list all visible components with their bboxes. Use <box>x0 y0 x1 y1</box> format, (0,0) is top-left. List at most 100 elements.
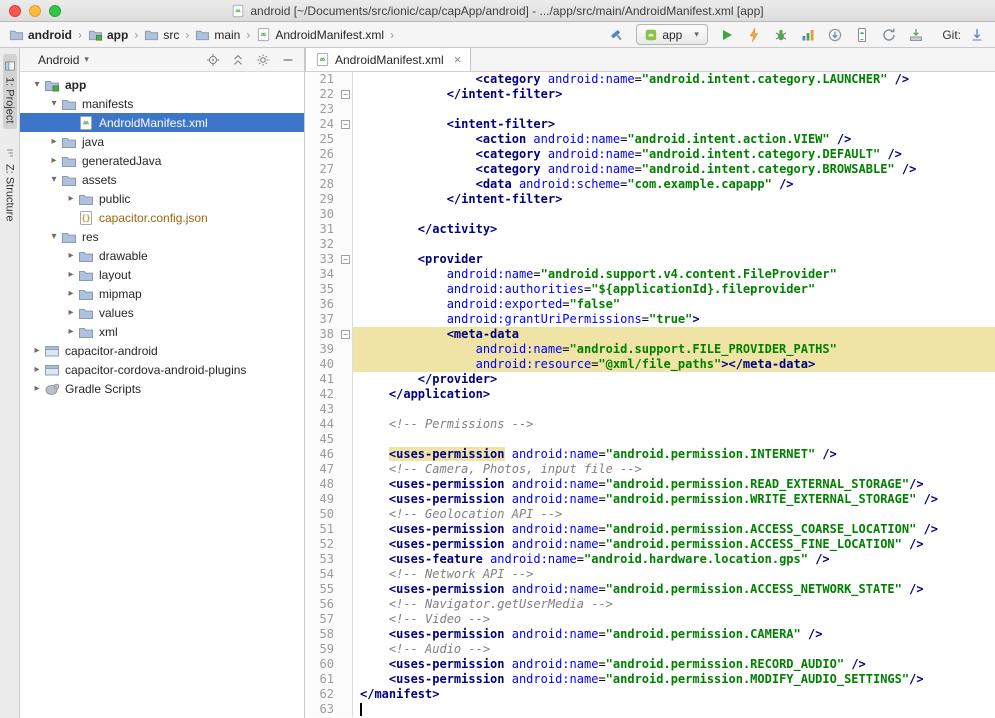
apply-changes-button[interactable] <box>743 24 765 46</box>
code-text[interactable]: </provider> <box>353 372 995 387</box>
chevron-right-icon[interactable]: ▸ <box>30 345 44 356</box>
chevron-right-icon[interactable]: ▸ <box>30 383 44 394</box>
tree-item-xml[interactable]: ▸xml <box>20 322 304 341</box>
chevron-right-icon[interactable]: ▸ <box>64 269 78 280</box>
collapse-all-button[interactable] <box>230 52 246 68</box>
code-text[interactable]: <!-- Permissions --> <box>353 417 995 432</box>
code-text[interactable]: </intent-filter> <box>353 87 995 102</box>
editor-tab[interactable]: AndroidManifest.xml × <box>305 48 471 71</box>
chevron-down-icon[interactable]: ▾ <box>47 98 61 109</box>
code-text[interactable] <box>353 237 995 252</box>
settings-button[interactable] <box>255 52 271 68</box>
code-text[interactable]: </manifest> <box>353 687 995 702</box>
fold-marker-icon[interactable]: − <box>341 120 350 129</box>
code-text[interactable]: <uses-permission android:name="android.p… <box>353 492 995 507</box>
tree-item-generatedjava[interactable]: ▸generatedJava <box>20 151 304 170</box>
code-text[interactable]: android:grantUriPermissions="true"> <box>353 312 995 327</box>
code-text[interactable] <box>353 702 995 717</box>
code-text[interactable]: <!-- Navigator.getUserMedia --> <box>353 597 995 612</box>
sdk-manager-button[interactable] <box>905 24 927 46</box>
fold-marker-icon[interactable]: − <box>341 330 350 339</box>
git-widget[interactable]: Git: <box>942 28 961 42</box>
code-text[interactable]: <!-- Audio --> <box>353 642 995 657</box>
code-text[interactable]: <!-- Video --> <box>353 612 995 627</box>
run-button[interactable] <box>716 24 738 46</box>
git-update-button[interactable] <box>966 24 988 46</box>
code-text[interactable]: </intent-filter> <box>353 192 995 207</box>
code-text[interactable]: <uses-permission android:name="android.p… <box>353 672 995 687</box>
code-text[interactable]: </application> <box>353 387 995 402</box>
tree-item-androidmanifest-xml[interactable]: AndroidManifest.xml <box>20 113 304 132</box>
tree-item-layout[interactable]: ▸layout <box>20 265 304 284</box>
hide-panel-button[interactable] <box>280 52 296 68</box>
chevron-down-icon[interactable]: ▾ <box>30 79 44 90</box>
code-text[interactable]: <uses-permission android:name="android.p… <box>353 477 995 492</box>
chevron-right-icon[interactable]: ▸ <box>64 326 78 337</box>
code-text[interactable]: android:name="android.support.FILE_PROVI… <box>353 342 995 357</box>
tool-window-button-1-project[interactable]: 1: Project <box>3 54 17 129</box>
chevron-right-icon[interactable]: ▸ <box>30 364 44 375</box>
locate-file-button[interactable] <box>205 52 221 68</box>
code-text[interactable]: <uses-permission android:name="android.p… <box>353 627 995 642</box>
code-text[interactable]: <!-- Network API --> <box>353 567 995 582</box>
tree-item-manifests[interactable]: ▾manifests <box>20 94 304 113</box>
fold-marker-icon[interactable]: − <box>341 255 350 264</box>
fold-marker-icon[interactable]: − <box>341 90 350 99</box>
chevron-right-icon[interactable]: ▸ <box>47 136 61 147</box>
tree-item-java[interactable]: ▸java <box>20 132 304 151</box>
breadcrumb-app[interactable]: app <box>86 26 130 43</box>
close-window-button[interactable] <box>9 5 21 17</box>
code-text[interactable] <box>353 207 995 222</box>
code-text[interactable]: <meta-data <box>353 327 995 342</box>
code-text[interactable]: <intent-filter> <box>353 117 995 132</box>
code-text[interactable]: <uses-permission android:name="android.p… <box>353 522 995 537</box>
code-text[interactable] <box>353 402 995 417</box>
code-text[interactable] <box>353 432 995 447</box>
avd-manager-button[interactable] <box>851 24 873 46</box>
code-text[interactable]: <category android:name="android.intent.c… <box>353 72 995 87</box>
breadcrumb-main[interactable]: main <box>193 26 242 43</box>
tree-item-gradle-scripts[interactable]: ▸Gradle Scripts <box>20 379 304 398</box>
minimize-window-button[interactable] <box>29 5 41 17</box>
tree-item-assets[interactable]: ▾assets <box>20 170 304 189</box>
code-text[interactable]: <!-- Geolocation API --> <box>353 507 995 522</box>
tree-item-capacitor-android[interactable]: ▸capacitor-android <box>20 341 304 360</box>
chevron-right-icon[interactable]: ▸ <box>64 250 78 261</box>
tree-item-app[interactable]: ▾app <box>20 75 304 94</box>
code-text[interactable]: </activity> <box>353 222 995 237</box>
chevron-down-icon[interactable]: ▾ <box>47 174 61 185</box>
chevron-down-icon[interactable]: ▾ <box>47 231 61 242</box>
code-text[interactable]: <uses-feature android:name="android.hard… <box>353 552 995 567</box>
code-text[interactable]: <provider <box>353 252 995 267</box>
code-text[interactable]: <uses-permission android:name="android.p… <box>353 537 995 552</box>
code-text[interactable] <box>353 102 995 117</box>
tree-item-capacitor-cordova-android-plugins[interactable]: ▸capacitor-cordova-android-plugins <box>20 360 304 379</box>
sync-gradle-button[interactable] <box>878 24 900 46</box>
code-text[interactable]: <category android:name="android.intent.c… <box>353 162 995 177</box>
chevron-right-icon[interactable]: ▸ <box>64 193 78 204</box>
tree-item-public[interactable]: ▸public <box>20 189 304 208</box>
code-text[interactable]: <category android:name="android.intent.c… <box>353 147 995 162</box>
code-text[interactable]: android:name="android.support.v4.content… <box>353 267 995 282</box>
close-tab-icon[interactable]: × <box>454 53 462 66</box>
project-view-selector[interactable]: Android ▾ <box>28 53 89 67</box>
breadcrumb-android[interactable]: android <box>7 26 74 43</box>
code-text[interactable]: <uses-permission android:name="android.p… <box>353 582 995 597</box>
chevron-right-icon[interactable]: ▸ <box>64 307 78 318</box>
code-text[interactable]: <!-- Camera, Photos, input file --> <box>353 462 995 477</box>
code-text[interactable]: <data android:scheme="com.example.capapp… <box>353 177 995 192</box>
code-text[interactable]: android:resource="@xml/file_paths"></met… <box>353 357 995 372</box>
tree-item-mipmap[interactable]: ▸mipmap <box>20 284 304 303</box>
build-project-button[interactable] <box>606 24 628 46</box>
zoom-window-button[interactable] <box>49 5 61 17</box>
tree-item-values[interactable]: ▸values <box>20 303 304 322</box>
code-text[interactable]: <action android:name="android.intent.act… <box>353 132 995 147</box>
chevron-right-icon[interactable]: ▸ <box>47 155 61 166</box>
code-text[interactable]: android:authorities="${applicationId}.fi… <box>353 282 995 297</box>
tree-item-drawable[interactable]: ▸drawable <box>20 246 304 265</box>
profile-button[interactable] <box>797 24 819 46</box>
debug-button[interactable] <box>770 24 792 46</box>
breadcrumb-src[interactable]: src <box>142 26 181 43</box>
code-text[interactable]: android:exported="false" <box>353 297 995 312</box>
breadcrumb-androidmanifest-xml[interactable]: AndroidManifest.xml <box>254 26 386 43</box>
